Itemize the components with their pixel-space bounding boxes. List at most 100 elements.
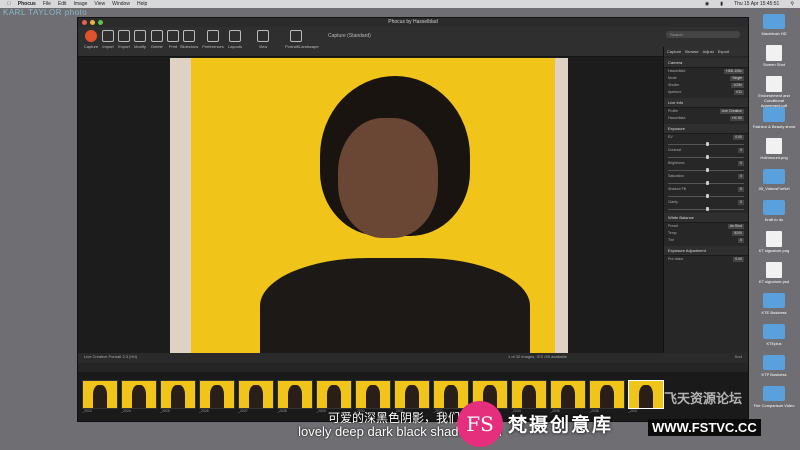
panel-row-value[interactable]: 0.00 <box>733 135 744 140</box>
desktop-item[interactable]: KTEplus <box>752 324 796 355</box>
view-button[interactable]: View <box>252 30 274 49</box>
adjust-slider[interactable] <box>668 168 744 172</box>
panel-row-value[interactable]: 1/250 <box>731 83 744 88</box>
adjust-slider[interactable] <box>668 194 744 198</box>
apple-icon[interactable]:  <box>7 1 11 7</box>
panel-section-header[interactable]: Exposure <box>664 124 748 134</box>
adjust-slider[interactable] <box>668 155 744 159</box>
slider-knob[interactable] <box>706 207 709 211</box>
menu-edit[interactable]: Edit <box>58 1 67 7</box>
toolbar-label: Import <box>102 44 114 49</box>
tab-browse[interactable]: Browse <box>685 49 698 54</box>
slider-knob[interactable] <box>706 155 709 159</box>
toolbar-label: View <box>258 44 268 49</box>
menubar-clock[interactable]: Thu 15 Apr 15:45:51 <box>734 1 779 7</box>
menu-file[interactable]: File <box>43 1 51 7</box>
desktop-item[interactable]: KTP Business <box>752 355 796 386</box>
panel-row: Clarity 0 <box>664 199 748 206</box>
adjust-slider[interactable] <box>668 207 744 211</box>
panel-row-value[interactable]: Live Creative <box>719 109 744 114</box>
panel-section-header[interactable]: Exposure Adjustment <box>664 246 748 256</box>
panel-row-value[interactable]: 0 <box>738 174 744 179</box>
zoom-window-button[interactable] <box>98 20 103 25</box>
toolbar-label: Layouts <box>227 44 242 49</box>
desktop-item[interactable]: Screen Shot <box>752 45 796 76</box>
preferences-button[interactable]: Preferences <box>202 30 224 49</box>
filmstrip-thumbnail[interactable] <box>394 380 430 409</box>
layouts-button[interactable]: Layouts <box>224 30 246 49</box>
panel-row-value[interactable]: 0 <box>738 187 744 192</box>
panel-row-value[interactable]: 0 <box>738 148 744 153</box>
process-profile[interactable]: Live Creative Portrait 2.3 (Hd) <box>84 354 137 359</box>
panel-row-value[interactable]: 0 <box>738 161 744 166</box>
panel-row-value[interactable]: 0 <box>738 200 744 205</box>
filmstrip-thumbnail[interactable] <box>316 380 352 409</box>
orientation-button[interactable]: Portrait/Landscape <box>285 30 319 49</box>
desktop-item[interactable]: JB_VideosForNet <box>752 169 796 200</box>
panel-section-header[interactable]: Camera <box>664 58 748 68</box>
file-icon <box>766 231 782 247</box>
menu-app-name[interactable]: Phocus <box>18 1 36 7</box>
desktop-item[interactable]: KT signature.png <box>752 231 796 262</box>
filmstrip-thumbnail[interactable] <box>433 380 469 409</box>
slider-knob[interactable] <box>706 181 709 185</box>
slideshow-button[interactable]: Slideshow <box>178 30 200 49</box>
search-input[interactable]: Search <box>666 31 740 38</box>
adjust-slider[interactable] <box>668 181 744 185</box>
tab-adjust[interactable]: Adjust <box>703 49 714 54</box>
slider-knob[interactable] <box>706 142 709 146</box>
panel-row-label: Hasselblad <box>668 69 686 73</box>
adjust-slider[interactable] <box>668 142 744 146</box>
menu-view[interactable]: View <box>94 1 105 7</box>
panel-row-value[interactable]: As Shot <box>727 224 744 229</box>
capture-icon <box>85 30 97 42</box>
preferences-icon <box>207 30 219 42</box>
desktop-item[interactable]: Kraft to do <box>752 200 796 231</box>
panel-row: Shadow Fill 0 <box>664 186 748 193</box>
filmstrip-thumbnail[interactable] <box>82 380 118 409</box>
battery-icon[interactable]: ▮ <box>720 1 723 7</box>
panel-row-value[interactable]: 0 <box>738 238 744 243</box>
panel-section-header[interactable]: Live Info <box>664 98 748 108</box>
filmstrip-thumbnail[interactable] <box>160 380 196 409</box>
panel-row-value[interactable]: 5200 <box>732 231 744 236</box>
panel-section-header[interactable]: White Balance <box>664 213 748 223</box>
menu-help[interactable]: Help <box>137 1 147 7</box>
panel-row-value[interactable]: HC 80 <box>730 116 744 121</box>
search-icon[interactable]: ⚲ <box>790 1 794 7</box>
menu-window[interactable]: Window <box>112 1 130 7</box>
desktop-item[interactable]: KT signature.psd <box>752 262 796 293</box>
desktop-item[interactable]: Fashion & Beauty shoot <box>752 107 796 138</box>
image-viewer[interactable] <box>78 57 662 354</box>
filmstrip-thumbnail[interactable] <box>277 380 313 409</box>
panel-row-value[interactable]: Single <box>730 76 744 81</box>
filmstrip-thumbnail[interactable] <box>628 380 664 409</box>
filmstrip-thumbnail[interactable] <box>511 380 547 409</box>
close-window-button[interactable] <box>82 20 87 25</box>
desktop-item-label: Endorsement and Conditional Agreement.pd… <box>758 93 790 108</box>
filmstrip-thumbnail[interactable] <box>589 380 625 409</box>
filmstrip-thumbnail[interactable] <box>238 380 274 409</box>
capture-setting[interactable]: Capture (Standard) <box>328 33 371 39</box>
panel-row-value[interactable]: 0.00 <box>733 257 744 262</box>
menu-image[interactable]: Image <box>74 1 88 7</box>
minimize-window-button[interactable] <box>90 20 95 25</box>
filmstrip-thumbnail[interactable] <box>550 380 586 409</box>
desktop-item[interactable]: KTE Business <box>752 293 796 324</box>
sort-menu[interactable]: Sort <box>735 354 742 359</box>
desktop-item[interactable]: Endorsement and Conditional Agreement.pd… <box>752 76 796 108</box>
slider-knob[interactable] <box>706 194 709 198</box>
panel-row: Contrast 0 <box>664 147 748 154</box>
slider-knob[interactable] <box>706 168 709 172</box>
wifi-icon[interactable]: ◉ <box>705 1 709 7</box>
panel-row-value[interactable]: H6D-100c <box>724 69 744 74</box>
brand-name: 梵摄创意库 <box>508 415 614 436</box>
panel-row-value[interactable]: f/11 <box>734 90 744 95</box>
desktop-item[interactable]: Hothmount.png <box>752 138 796 169</box>
filmstrip-thumbnail[interactable] <box>121 380 157 409</box>
filmstrip-thumbnail[interactable] <box>355 380 391 409</box>
tab-export[interactable]: Export <box>718 49 730 54</box>
tab-capture[interactable]: Capture <box>667 49 681 54</box>
filmstrip-thumbnail[interactable] <box>199 380 235 409</box>
desktop-item[interactable]: Macintosh HD <box>752 14 796 45</box>
